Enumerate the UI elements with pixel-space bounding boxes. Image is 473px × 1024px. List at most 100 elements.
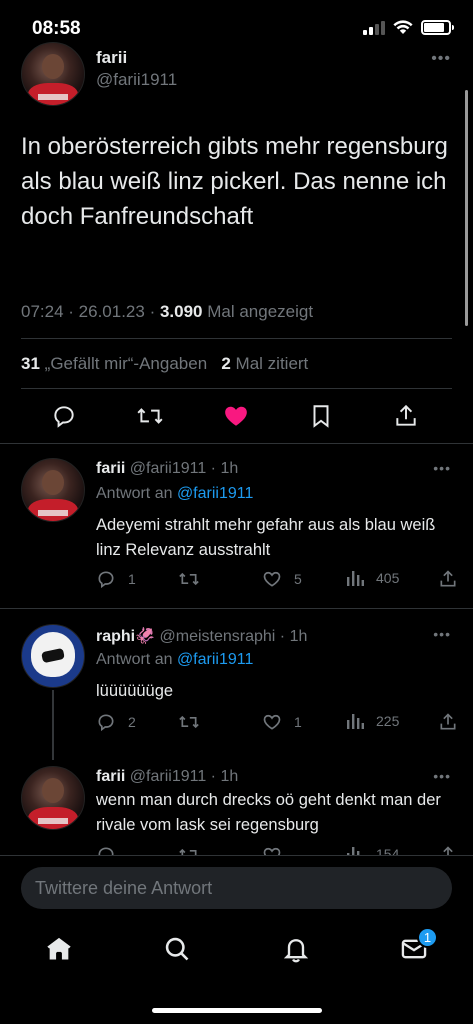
quotes-stat[interactable]: 2 Mal zitiert xyxy=(221,354,308,373)
view-count: 154 xyxy=(376,846,400,855)
share-icon xyxy=(443,846,453,855)
reply-count: 2 xyxy=(128,714,136,730)
bookmark-button[interactable] xyxy=(305,400,337,432)
reply-text: wenn man durch drecks oö geht denkt man … xyxy=(96,791,441,834)
reply-to-label: Antwort an xyxy=(96,651,173,668)
avatar[interactable] xyxy=(21,42,85,106)
status-icons xyxy=(363,20,454,35)
avatar[interactable] xyxy=(21,766,85,830)
home-icon xyxy=(47,937,71,960)
reply-composer xyxy=(0,855,473,917)
like-count: 1 xyxy=(294,714,302,730)
like-button[interactable] xyxy=(220,400,252,432)
tweet-age: 1h xyxy=(220,768,239,785)
reply-to-line: Antwort an @farii1911 xyxy=(96,485,253,503)
share-button[interactable] xyxy=(438,569,458,589)
author-name[interactable]: farii xyxy=(96,768,125,785)
nav-search[interactable] xyxy=(159,931,195,967)
home-indicator[interactable] xyxy=(152,1008,322,1013)
reply-button[interactable] xyxy=(96,845,116,855)
reply-tweet[interactable]: farii @farii1911 · 1h ••• wenn man durch… xyxy=(0,766,473,855)
bottom-nav: 1 xyxy=(0,917,473,1024)
nav-home[interactable] xyxy=(41,931,77,967)
author-handle[interactable]: @farii1911 xyxy=(96,70,177,90)
retweet-button[interactable] xyxy=(178,845,200,855)
likes-label: „Gefällt mir“-Angaben xyxy=(44,354,208,373)
reply-actions: 1 5 405 xyxy=(96,569,460,593)
quotes-count: 2 xyxy=(221,354,231,373)
reply-button[interactable]: 1 xyxy=(96,569,136,589)
reply-input[interactable] xyxy=(21,867,452,909)
tweet-age: 1h xyxy=(289,628,308,645)
heart-icon xyxy=(263,847,281,855)
reply-to-handle[interactable]: @farii1911 xyxy=(177,651,253,668)
reply-icon xyxy=(98,714,114,732)
retweet-button[interactable] xyxy=(178,569,200,589)
divider xyxy=(21,338,452,339)
reply-actions: 2 1 225 xyxy=(96,712,460,736)
share-button[interactable] xyxy=(390,400,422,432)
reply-to-label: Antwort an xyxy=(96,485,173,502)
reply-to-handle[interactable]: @farii1911 xyxy=(177,485,253,502)
share-button[interactable] xyxy=(438,845,458,855)
likes-stat[interactable]: 31 „Gefällt mir“-Angaben xyxy=(21,354,207,373)
author-name[interactable]: farii xyxy=(96,48,127,68)
reply-icon xyxy=(54,406,74,428)
nav-notifications[interactable] xyxy=(278,931,314,967)
like-button[interactable]: 5 xyxy=(262,569,302,589)
view-count: 405 xyxy=(376,570,400,586)
more-options-icon[interactable]: ••• xyxy=(433,460,451,476)
author-handle[interactable]: @farii1911 xyxy=(130,768,206,785)
cellular-signal-icon xyxy=(363,20,385,35)
reply-to-line: Antwort an @farii1911 xyxy=(96,651,253,669)
tweet-age: 1h xyxy=(220,460,239,477)
avatar[interactable] xyxy=(21,624,85,688)
nav-messages[interactable]: 1 xyxy=(396,927,438,967)
reply-icon xyxy=(98,571,114,589)
messages-badge: 1 xyxy=(417,927,438,948)
heart-icon xyxy=(263,571,281,587)
author-name[interactable]: farii xyxy=(96,460,125,477)
views-icon xyxy=(347,714,364,729)
thread-connector xyxy=(52,690,54,760)
view-count-label: Mal angezeigt xyxy=(207,302,314,321)
views-icon xyxy=(347,571,364,586)
tweet-text: In oberösterreich gibts mehr regensburg … xyxy=(21,133,448,230)
reply-button[interactable] xyxy=(48,400,80,432)
more-options-icon[interactable]: ••• xyxy=(433,626,451,642)
engagement-stats: 31 „Gefällt mir“-Angaben 2 Mal zitiert xyxy=(21,354,308,374)
like-button[interactable]: 1 xyxy=(262,712,302,732)
quotes-label: Mal zitiert xyxy=(235,354,309,373)
divider xyxy=(0,443,473,444)
author-handle[interactable]: @meistensraphi xyxy=(160,628,276,645)
reply-button[interactable]: 2 xyxy=(96,712,136,732)
more-options-icon[interactable]: ••• xyxy=(433,768,451,784)
retweet-icon xyxy=(137,408,163,424)
share-button[interactable] xyxy=(438,712,458,732)
reply-text: lüüüüüüge xyxy=(96,682,174,700)
reply-text: Adeyemi strahlt mehr gefahr aus als blau… xyxy=(96,516,436,559)
retweet-icon xyxy=(179,715,199,729)
tweet-actions xyxy=(0,400,473,436)
wifi-icon xyxy=(393,20,413,34)
share-icon xyxy=(440,570,456,587)
like-count: 5 xyxy=(294,571,302,587)
retweet-button[interactable] xyxy=(134,400,166,432)
avatar[interactable] xyxy=(21,458,85,522)
view-count: 3.090 xyxy=(159,302,203,321)
views-button[interactable]: 405 xyxy=(346,569,399,587)
like-button[interactable] xyxy=(262,845,282,855)
heart-icon xyxy=(263,714,281,730)
author-handle[interactable]: @farii1911 xyxy=(130,460,206,477)
tweet-date: 26.01.23 xyxy=(78,302,145,321)
views-button[interactable]: 154 xyxy=(346,845,399,855)
reply-count: 1 xyxy=(128,571,136,587)
views-button[interactable]: 225 xyxy=(346,712,399,730)
more-options-icon[interactable]: ••• xyxy=(431,50,451,68)
retweet-button[interactable] xyxy=(178,712,200,732)
scrollbar[interactable] xyxy=(465,90,468,326)
divider xyxy=(0,608,473,609)
author-name[interactable]: raphi🦑 xyxy=(96,628,155,645)
view-count: 225 xyxy=(376,713,400,729)
retweet-icon xyxy=(179,572,199,586)
